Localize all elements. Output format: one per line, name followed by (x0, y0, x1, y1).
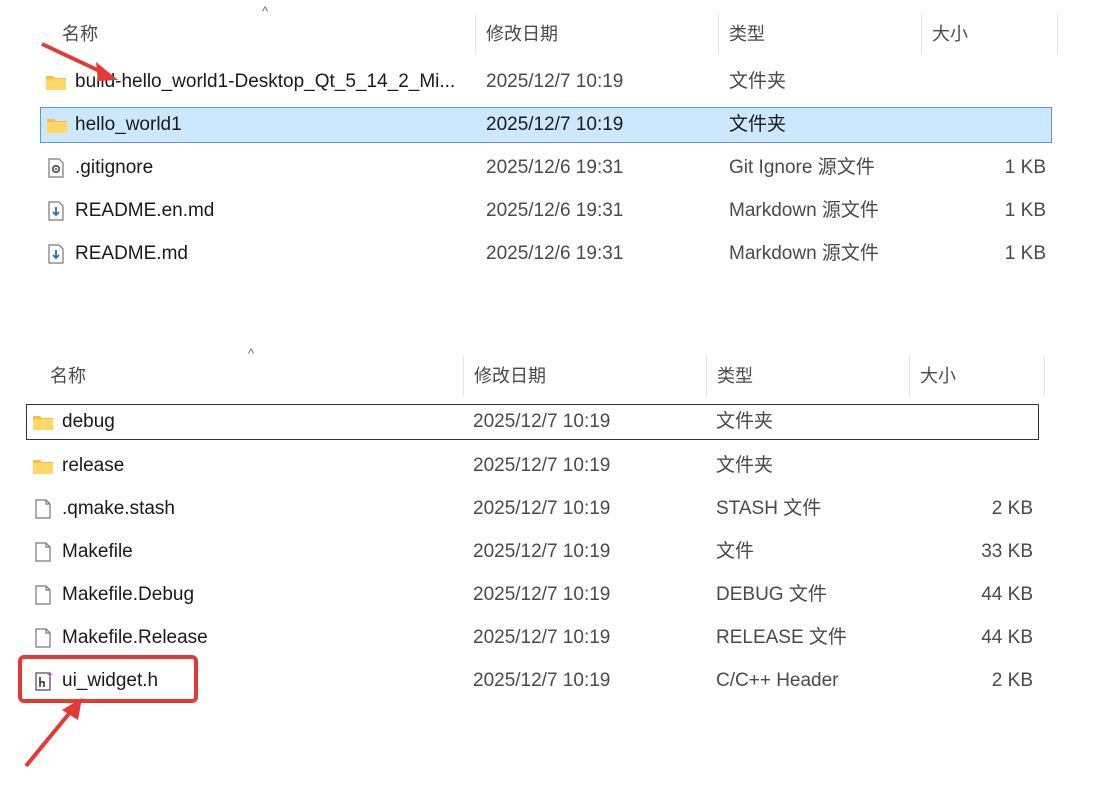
item-size: 2 KB (991, 670, 1033, 691)
item-date: 2025/12/7 10:19 (486, 71, 624, 92)
item-name: .qmake.stash (62, 498, 175, 519)
item-size: 44 KB (981, 584, 1033, 605)
column-type[interactable]: 类型 (707, 356, 910, 396)
item-date: 2025/12/7 10:19 (473, 541, 611, 562)
folder-icon (33, 416, 53, 430)
list-item[interactable]: build-hello_world1-Desktop_Qt_5_14_2_Mi.… (40, 64, 1052, 100)
column-header: 名称 ^ 修改日期 类型 大小 (40, 346, 1045, 396)
item-size: 1 KB (1004, 243, 1046, 264)
column-size-label: 大小 (920, 366, 956, 386)
item-date: 2025/12/6 19:31 (486, 157, 624, 178)
settings-file-icon (48, 158, 64, 178)
column-name[interactable]: 名称 (40, 356, 464, 396)
item-type: Markdown 源文件 (729, 243, 879, 264)
item-size (907, 404, 1033, 440)
item-type: DEBUG 文件 (716, 584, 827, 605)
item-name: Makefile (62, 541, 133, 562)
item-type: 文件夹 (716, 455, 774, 476)
column-name-label: 名称 (50, 366, 86, 386)
column-header: 名称 ^ 修改日期 类型 大小 (52, 4, 1058, 54)
item-size: 2 KB (991, 498, 1033, 519)
item-size (906, 448, 1033, 484)
item-size (921, 107, 1047, 143)
item-size: 1 KB (1004, 200, 1046, 221)
item-date: 2025/12/6 19:31 (486, 200, 624, 221)
column-type-label: 类型 (729, 24, 765, 44)
item-date: 2025/12/7 10:19 (473, 411, 611, 432)
list-item-focused[interactable]: debug 2025/12/7 10:19 文件夹 (26, 404, 1039, 440)
item-name: Makefile.Release (62, 627, 208, 648)
annotation-arrow (41, 42, 118, 81)
sort-ascending-icon: ^ (248, 346, 255, 361)
item-date: 2025/12/6 19:31 (486, 243, 624, 264)
column-date[interactable]: 修改日期 (464, 356, 707, 396)
list-item[interactable]: Makefile.Debug 2025/12/7 10:19 DEBUG 文件 … (26, 577, 1039, 613)
item-name: Makefile.Debug (62, 584, 195, 605)
item-name: build-hello_world1-Desktop_Qt_5_14_2_Mi.… (75, 71, 456, 92)
column-date-label: 修改日期 (474, 366, 546, 386)
column-size-label: 大小 (932, 24, 968, 44)
item-type: 文件夹 (716, 411, 774, 432)
sort-ascending-icon: ^ (262, 4, 269, 19)
item-date: 2025/12/7 10:19 (473, 455, 611, 476)
column-date-label: 修改日期 (486, 24, 558, 44)
item-type: STASH 文件 (716, 498, 822, 519)
column-size[interactable]: 大小 (910, 356, 1045, 396)
item-date: 2025/12/7 10:19 (473, 498, 611, 519)
file-list-pane-2: 名称 ^ 修改日期 类型 大小 debug 2025/12/7 10:19 文件… (0, 340, 1120, 794)
item-name: .gitignore (75, 157, 154, 178)
folder-icon (47, 119, 67, 133)
file-list-pane-1: 名称 ^ 修改日期 类型 大小 build-hello_world1-Deskt… (0, 0, 1120, 280)
item-type: Markdown 源文件 (729, 200, 879, 221)
list-item[interactable]: .qmake.stash 2025/12/7 10:19 STASH 文件 2 … (26, 491, 1039, 527)
item-type: Git Ignore 源文件 (729, 157, 875, 178)
file-icon (35, 499, 51, 519)
item-date: 2025/12/7 10:19 (473, 627, 611, 648)
item-type: 文件夹 (729, 114, 787, 135)
item-type: 文件 (716, 541, 755, 562)
column-size[interactable]: 大小 (922, 14, 1058, 54)
folder-icon (33, 460, 53, 474)
list-item[interactable]: README.md 2025/12/6 19:31 Markdown 源文件 1… (40, 236, 1052, 272)
item-type: 文件夹 (729, 71, 787, 92)
list-item[interactable]: release 2025/12/7 10:19 文件夹 (26, 448, 1039, 484)
item-date: 2025/12/7 10:19 (473, 670, 611, 691)
item-name: debug (62, 411, 115, 432)
markdown-file-icon (48, 201, 64, 221)
column-type[interactable]: 类型 (719, 14, 922, 54)
column-date[interactable]: 修改日期 (476, 14, 719, 54)
file-icon (35, 542, 51, 562)
list-item[interactable]: README.en.md 2025/12/6 19:31 Markdown 源文… (40, 193, 1052, 229)
item-type: C/C++ Header (716, 670, 839, 691)
markdown-file-icon (48, 244, 64, 264)
item-name: release (62, 455, 125, 476)
item-size: 33 KB (981, 541, 1033, 562)
list-item-selected[interactable]: hello_world1 2025/12/7 10:19 文件夹 (40, 107, 1052, 143)
file-icon (35, 585, 51, 605)
item-size: 44 KB (981, 627, 1033, 648)
file-icon (35, 628, 51, 648)
item-name: hello_world1 (75, 114, 182, 135)
item-size (920, 64, 1046, 100)
item-date: 2025/12/7 10:19 (486, 114, 624, 135)
annotation-arrow (24, 698, 82, 768)
list-item[interactable]: Makefile.Release 2025/12/7 10:19 RELEASE… (26, 620, 1039, 656)
item-name: README.md (75, 243, 188, 264)
item-name: README.en.md (75, 200, 215, 221)
list-item[interactable]: Makefile 2025/12/7 10:19 文件 33 KB (26, 534, 1039, 570)
column-type-label: 类型 (717, 366, 753, 386)
item-date: 2025/12/7 10:19 (473, 584, 611, 605)
item-size: 1 KB (1004, 157, 1046, 178)
item-type: RELEASE 文件 (716, 627, 847, 648)
list-item[interactable]: .gitignore 2025/12/6 19:31 Git Ignore 源文… (40, 150, 1052, 186)
